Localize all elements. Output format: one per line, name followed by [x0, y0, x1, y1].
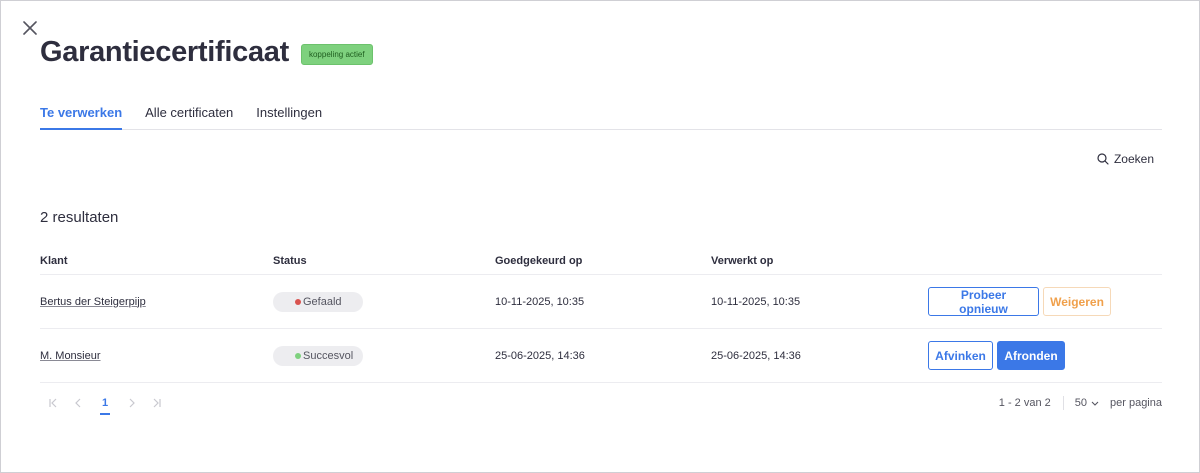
status-pill-failed: Gefaald — [273, 291, 363, 312]
page-number[interactable]: 1 — [92, 393, 118, 415]
title-row: Garantiecertificaat koppeling actief — [40, 36, 373, 69]
status-pill-success: Succesvol — [273, 345, 363, 366]
client-link[interactable]: Bertus der Steigerpijp — [40, 296, 146, 308]
next-page-button[interactable] — [118, 393, 144, 413]
status-dot — [295, 298, 301, 305]
reject-button[interactable]: Weigeren — [1043, 287, 1111, 316]
column-header-status: Status — [273, 255, 307, 267]
first-page-icon — [49, 398, 57, 408]
chevron-down-icon — [1091, 401, 1099, 406]
column-header-verwerkt: Verwerkt op — [711, 255, 774, 267]
approved-date: 25-06-2025, 14:36 — [495, 349, 585, 362]
search-icon — [1097, 153, 1109, 165]
processed-date: 10-11-2025, 10:35 — [711, 295, 801, 308]
next-page-icon — [129, 398, 135, 408]
search-button[interactable]: Zoeken — [1097, 152, 1154, 166]
per-page-label: per pagina — [1110, 397, 1162, 409]
close-button[interactable] — [20, 18, 40, 38]
approved-date: 10-11-2025, 10:35 — [495, 295, 585, 308]
pagination: 1 1 - 2 van 2 50 per pagina — [40, 392, 1162, 415]
status-label: Gefaald — [303, 295, 342, 308]
previous-page-icon — [75, 398, 81, 408]
pager-summary: 1 - 2 van 2 50 per pagina — [999, 396, 1162, 410]
search-label: Zoeken — [1113, 152, 1154, 166]
first-page-button[interactable] — [40, 393, 66, 413]
previous-page-button[interactable] — [66, 393, 92, 413]
check-off-button[interactable]: Afvinken — [928, 341, 993, 370]
page-title: Garantiecertificaat — [40, 36, 289, 68]
tab-alle-certificaten[interactable]: Alle certificaten — [145, 101, 233, 130]
pager-divider — [1062, 396, 1064, 410]
tab-te-verwerken[interactable]: Te verwerken — [40, 101, 123, 130]
close-icon — [23, 21, 37, 35]
status-badge: koppeling actief — [300, 44, 373, 65]
tab-bar: Te verwerken Alle certificaten Instellin… — [40, 101, 1162, 130]
processed-date: 25-06-2025, 14:36 — [711, 349, 801, 362]
status-dot — [295, 352, 301, 359]
client-link[interactable]: M. Monsieur — [40, 350, 101, 362]
column-header-goedgekeurd: Goedgekeurd op — [495, 255, 583, 267]
last-page-button[interactable] — [144, 393, 170, 413]
retry-button[interactable]: Probeer opnieuw — [928, 287, 1039, 316]
table-row: M. Monsieur Succesvol 25-06-2025, 14:36 … — [40, 329, 1162, 383]
last-page-icon — [153, 398, 161, 408]
table-header: Klant Status Goedgekeurd op Verwerkt op — [40, 248, 1162, 275]
per-page-value: 50 — [1074, 397, 1087, 409]
certificates-table: Klant Status Goedgekeurd op Verwerkt op … — [40, 248, 1162, 383]
column-header-klant: Klant — [40, 255, 68, 267]
complete-button[interactable]: Afronden — [997, 341, 1065, 370]
results-count: 2 resultaten — [40, 209, 119, 226]
table-row: Bertus der Steigerpijp Gefaald 10-11-202… — [40, 275, 1162, 329]
status-label: Succesvol — [303, 349, 354, 362]
pagination-range: 1 - 2 van 2 — [998, 397, 1051, 409]
tab-instellingen[interactable]: Instellingen — [256, 101, 322, 130]
per-page-select[interactable]: 50 — [1075, 397, 1100, 409]
